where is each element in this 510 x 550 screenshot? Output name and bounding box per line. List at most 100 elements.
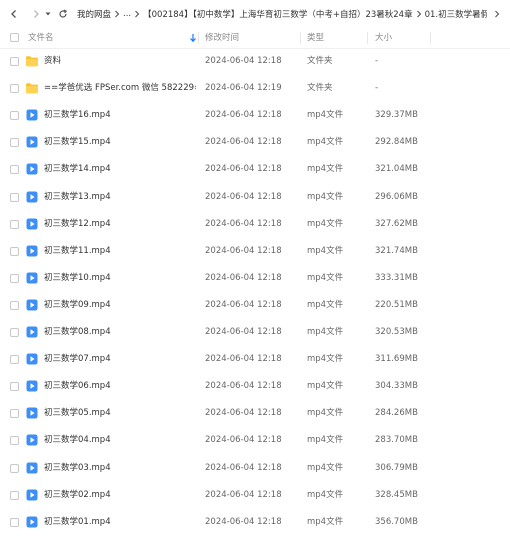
modified-time: 2024-06-04 12:18 xyxy=(205,137,282,148)
row-checkbox[interactable] xyxy=(10,463,19,473)
file-row[interactable]: 初三数学06.mp4 2024-06-04 12:18 mp4文件 304.33MB xyxy=(0,373,510,400)
column-name-header[interactable]: 文件名 xyxy=(28,28,54,48)
file-row[interactable]: 初三数学05.mp4 2024-06-04 12:18 mp4文件 284.26MB xyxy=(0,400,510,427)
file-type: mp4文件 xyxy=(307,272,344,283)
row-checkbox[interactable] xyxy=(10,57,19,66)
column-divider[interactable] xyxy=(198,32,199,44)
file-name[interactable]: 初三数学13.mp4 xyxy=(44,184,196,211)
row-checkbox[interactable] xyxy=(10,300,19,310)
file-row[interactable]: 初三数学11.mp4 2024-06-04 12:18 mp4文件 321.74MB xyxy=(0,238,510,265)
row-checkbox[interactable] xyxy=(10,138,19,148)
file-name[interactable]: 初三数学03.mp4 xyxy=(44,455,196,482)
refresh-button[interactable] xyxy=(55,6,71,22)
file-row[interactable]: 初三数学08.mp4 2024-06-04 12:18 mp4文件 320.53MB xyxy=(0,319,510,346)
breadcrumb-item[interactable]: 【002184】【初中数学】上海华育初三数学（中考+自招）23暑秋24章 xyxy=(143,8,412,20)
file-row[interactable]: 初三数学04.mp4 2024-06-04 12:18 mp4文件 283.70MB xyxy=(0,427,510,454)
file-name[interactable]: 初三数学05.mp4 xyxy=(44,400,196,427)
history-dropdown[interactable] xyxy=(44,6,52,22)
file-name[interactable]: 资料 xyxy=(44,48,196,75)
file-name[interactable]: 初三数学14.mp4 xyxy=(44,156,196,183)
file-type: mp4文件 xyxy=(307,381,344,392)
file-size: - xyxy=(375,56,379,66)
column-size-header[interactable]: 大小 xyxy=(375,28,392,48)
video-file-icon xyxy=(25,217,39,231)
file-name[interactable]: 初三数学10.mp4 xyxy=(44,265,196,292)
file-row[interactable]: 初三数学02.mp4 2024-06-04 12:18 mp4文件 328.45MB xyxy=(0,482,510,509)
folder-icon xyxy=(25,81,39,95)
breadcrumb-ellipsis[interactable]: ... xyxy=(123,9,131,19)
file-name[interactable]: 初三数学06.mp4 xyxy=(44,373,196,400)
row-checkbox[interactable] xyxy=(10,409,19,419)
video-file-icon xyxy=(25,162,39,176)
file-name[interactable]: ==学爸优选 FPSer.com 微信 582229== xyxy=(44,75,196,102)
row-checkbox[interactable] xyxy=(10,246,19,256)
column-divider[interactable] xyxy=(367,32,368,44)
modified-time: 2024-06-04 12:18 xyxy=(205,164,282,175)
row-checkbox[interactable] xyxy=(10,84,19,94)
file-type: mp4文件 xyxy=(307,137,344,148)
video-file-icon xyxy=(25,379,39,393)
select-all-checkbox[interactable] xyxy=(10,33,19,42)
row-checkbox[interactable] xyxy=(10,273,19,283)
video-file-icon xyxy=(25,433,39,447)
file-size: 284.26MB xyxy=(375,408,418,419)
column-time-header[interactable]: 修改时间 xyxy=(205,28,239,48)
file-type: mp4文件 xyxy=(307,164,344,175)
file-name[interactable]: 初三数学01.mp4 xyxy=(44,509,196,536)
row-checkbox[interactable] xyxy=(10,328,19,337)
file-row[interactable]: 初三数学07.mp4 2024-06-04 12:18 mp4文件 311.69MB xyxy=(0,346,510,373)
row-checkbox[interactable] xyxy=(10,490,19,500)
file-name[interactable]: 初三数学12.mp4 xyxy=(44,211,196,238)
modified-time: 2024-06-04 12:18 xyxy=(205,354,282,365)
row-checkbox[interactable] xyxy=(10,165,19,175)
modified-time: 2024-06-04 12:18 xyxy=(205,191,282,202)
file-type: mp4文件 xyxy=(307,218,344,229)
sort-arrow-icon[interactable] xyxy=(189,28,197,48)
file-name[interactable]: 初三数学09.mp4 xyxy=(44,292,196,319)
back-button[interactable] xyxy=(6,6,22,22)
file-row[interactable]: 初三数学03.mp4 2024-06-04 12:18 mp4文件 306.79MB xyxy=(0,455,510,482)
row-checkbox[interactable] xyxy=(10,219,19,229)
file-name[interactable]: 初三数学08.mp4 xyxy=(44,319,196,346)
file-name[interactable]: 初三数学11.mp4 xyxy=(44,238,196,265)
row-checkbox[interactable] xyxy=(10,192,19,202)
file-row[interactable]: 初三数学15.mp4 2024-06-04 12:18 mp4文件 292.84MB xyxy=(0,129,510,156)
row-checkbox[interactable] xyxy=(10,517,19,527)
modified-time: 2024-06-04 12:18 xyxy=(205,245,282,256)
file-row[interactable]: 初三数学09.mp4 2024-06-04 12:18 mp4文件 220.51MB xyxy=(0,292,510,319)
row-checkbox[interactable] xyxy=(10,111,19,121)
forward-button[interactable] xyxy=(28,6,44,22)
file-row[interactable]: 初三数学01.mp4 2024-06-04 12:18 mp4文件 356.70MB xyxy=(0,509,510,536)
column-divider[interactable] xyxy=(430,32,431,44)
file-row[interactable]: 初三数学12.mp4 2024-06-04 12:18 mp4文件 327.62MB xyxy=(0,211,510,238)
file-row[interactable]: 初三数学13.mp4 2024-06-04 12:18 mp4文件 296.06MB xyxy=(0,184,510,211)
row-checkbox[interactable] xyxy=(10,436,19,446)
row-checkbox[interactable] xyxy=(10,382,19,392)
file-size: 321.74MB xyxy=(375,245,418,256)
file-name[interactable]: 初三数学04.mp4 xyxy=(44,427,196,454)
video-file-icon xyxy=(25,461,39,475)
column-type-header[interactable]: 类型 xyxy=(307,28,324,48)
video-file-icon xyxy=(25,298,39,312)
file-name[interactable]: 初三数学16.mp4 xyxy=(44,102,196,129)
file-name[interactable]: 初三数学02.mp4 xyxy=(44,482,196,509)
file-row[interactable]: 资料 2024-06-04 12:18 文件夹 - xyxy=(0,48,510,75)
column-divider[interactable] xyxy=(300,32,301,44)
modified-time: 2024-06-04 12:18 xyxy=(205,435,282,446)
file-row[interactable]: ==学爸优选 FPSer.com 微信 582229== 2024-06-04 1… xyxy=(0,75,510,102)
breadcrumb-more-button[interactable] xyxy=(489,6,505,22)
breadcrumb-current[interactable]: 01.初三数学暑假 xyxy=(425,8,487,20)
file-row[interactable]: 初三数学10.mp4 2024-06-04 12:18 mp4文件 333.31MB xyxy=(0,265,510,292)
caret-down-icon xyxy=(45,12,51,16)
file-row[interactable]: 初三数学16.mp4 2024-06-04 12:18 mp4文件 329.37MB xyxy=(0,102,510,129)
file-row[interactable]: 初三数学14.mp4 2024-06-04 12:18 mp4文件 321.04MB xyxy=(0,156,510,183)
video-file-icon xyxy=(25,325,39,339)
row-checkbox[interactable] xyxy=(10,355,19,365)
breadcrumb-item[interactable]: 我的网盘 xyxy=(77,8,111,20)
chevron-right-icon xyxy=(495,10,500,18)
video-file-icon xyxy=(25,406,39,420)
video-file-icon xyxy=(25,488,39,502)
column-header: 文件名 修改时间 类型 大小 xyxy=(0,28,510,49)
file-name[interactable]: 初三数学07.mp4 xyxy=(44,346,196,373)
file-name[interactable]: 初三数学15.mp4 xyxy=(44,129,196,156)
